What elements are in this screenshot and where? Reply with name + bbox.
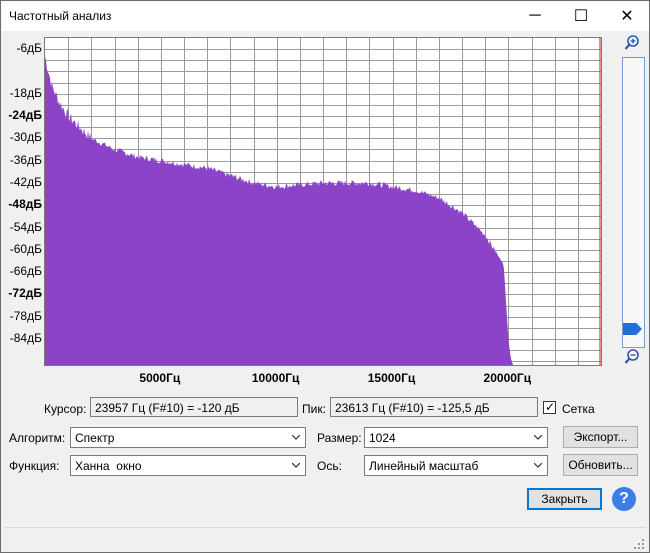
size-value: 1024: [369, 431, 396, 445]
x-tick-label: 5000Гц: [139, 371, 181, 385]
y-tick-label: -66дБ: [9, 264, 42, 279]
x-tick-label: 20000Гц: [483, 371, 532, 385]
spectrum-chart: [45, 38, 601, 365]
cursor-value-field: 23957 Гц (F#10) = -120 дБ: [90, 397, 298, 417]
y-tick-label: -84дБ: [9, 330, 42, 345]
minimize-button[interactable]: ─: [512, 0, 558, 31]
status-separator: [4, 527, 646, 528]
y-tick-label: -42дБ: [9, 174, 42, 189]
function-label: Функция:: [9, 459, 60, 473]
algorithm-value: Спектр: [75, 431, 115, 445]
chevron-down-icon: [292, 463, 300, 468]
y-tick-label: -54дБ: [9, 219, 42, 234]
chevron-down-icon: [292, 435, 300, 440]
y-tick-label: -48дБ: [8, 197, 42, 212]
size-label: Размер:: [317, 431, 362, 445]
check-icon: ✓: [545, 400, 556, 414]
y-tick-label: -78дБ: [9, 308, 42, 323]
resize-grip-icon[interactable]: [634, 539, 644, 549]
function-value: Ханна окно: [75, 459, 142, 473]
grid-label[interactable]: Сетка: [562, 402, 595, 416]
axis-value: Линейный масштаб: [369, 459, 479, 473]
export-button[interactable]: Экспорт...: [563, 426, 638, 448]
zoom-in-icon[interactable]: [624, 35, 640, 51]
update-button[interactable]: Обновить...: [563, 454, 638, 476]
y-tick-label: -36дБ: [9, 152, 42, 167]
y-tick-label: -30дБ: [9, 130, 42, 145]
axis-label: Ось:: [317, 459, 342, 473]
close-button[interactable]: Закрыть: [527, 488, 602, 510]
chevron-down-icon: [534, 435, 542, 440]
x-tick-label: 10000Гц: [251, 371, 300, 385]
axis-select[interactable]: Линейный масштаб: [364, 455, 548, 476]
cursor-label: Курсор:: [44, 402, 87, 416]
title-bar: Частотный анализ ─ ☐ ✕: [0, 0, 650, 31]
close-window-button[interactable]: ✕: [604, 0, 650, 31]
chevron-down-icon: [534, 463, 542, 468]
algorithm-select[interactable]: Спектр: [70, 427, 306, 448]
window-title: Частотный анализ: [9, 9, 112, 23]
grid-checkbox[interactable]: ✓: [543, 400, 556, 414]
y-tick-label: -60дБ: [9, 241, 42, 256]
peak-value-field: 23613 Гц (F#10) = -125,5 дБ: [330, 397, 538, 417]
peak-label: Пик:: [302, 402, 326, 416]
y-tick-label: -18дБ: [9, 85, 42, 100]
algorithm-label: Алгоритм:: [9, 431, 66, 445]
spectrum-plot[interactable]: [44, 37, 602, 366]
y-tick-label: -6дБ: [16, 41, 42, 56]
function-select[interactable]: Ханна окно: [70, 455, 306, 476]
zoom-slider-track[interactable]: [622, 57, 645, 348]
maximize-button[interactable]: ☐: [558, 0, 604, 31]
x-tick-label: 15000Гц: [367, 371, 416, 385]
y-tick-label: -24дБ: [8, 108, 42, 123]
help-button[interactable]: ?: [612, 487, 636, 511]
zoom-out-icon[interactable]: [624, 349, 640, 365]
y-tick-label: -72дБ: [8, 286, 42, 301]
size-select[interactable]: 1024: [364, 427, 548, 448]
